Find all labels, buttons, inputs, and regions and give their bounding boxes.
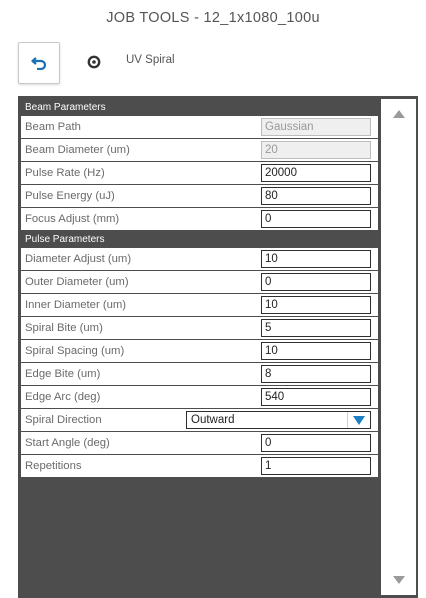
spiral-direction-label: Spiral Direction [25,414,102,426]
edge-bite-field[interactable] [261,365,371,383]
scroll-up-button[interactable] [381,99,416,129]
back-button[interactable] [18,42,60,84]
triangle-up-icon [392,110,405,118]
start-angle-label: Start Angle (deg) [25,437,110,449]
spiral-bite-label: Spiral Bite (um) [25,322,103,334]
section-header-beam: Beam Parameters [21,99,378,116]
row-outer-diameter: Outer Diameter (um) [21,271,378,293]
inner-diameter-label: Inner Diameter (um) [25,299,127,311]
focus-adjust-field[interactable] [261,210,371,228]
beam-diameter-field [261,141,371,159]
tool-name: UV Spiral [126,54,175,66]
spiral-spacing-label: Spiral Spacing (um) [25,345,125,357]
pulse-rate-field[interactable] [261,164,371,182]
repetitions-field[interactable] [261,457,371,475]
diameter-adjust-field[interactable] [261,250,371,268]
gear-icon[interactable] [85,53,103,71]
row-focus-adjust: Focus Adjust (mm) [21,208,378,230]
row-inner-diameter: Inner Diameter (um) [21,294,378,316]
chevron-down-icon[interactable] [347,412,370,428]
focus-adjust-label: Focus Adjust (mm) [25,213,120,225]
edge-bite-label: Edge Bite (um) [25,368,101,380]
row-edge-arc: Edge Arc (deg) [21,386,378,408]
pulse-energy-field[interactable] [261,187,371,205]
parameters-panel: Beam Parameters Beam Path Beam Diameter … [18,96,418,598]
spiral-direction-value: Outward [191,414,235,426]
edge-arc-label: Edge Arc (deg) [25,391,101,403]
row-start-angle: Start Angle (deg) [21,432,378,454]
beam-path-label: Beam Path [25,121,81,133]
diameter-adjust-label: Diameter Adjust (um) [25,253,132,265]
scroll-track[interactable] [381,129,416,565]
spiral-direction-select[interactable]: Outward [186,411,371,429]
row-spiral-direction: Spiral Direction Outward [21,409,378,431]
window-title: JOB TOOLS - 12_1x1080_100u [106,10,320,26]
row-spiral-bite: Spiral Bite (um) [21,317,378,339]
repetitions-label: Repetitions [25,460,82,472]
start-angle-field[interactable] [261,434,371,452]
row-repetitions: Repetitions [21,455,378,477]
inner-diameter-field[interactable] [261,296,371,314]
beam-path-field [261,118,371,136]
beam-diameter-label: Beam Diameter (um) [25,144,130,156]
pulse-energy-label: Pulse Energy (uJ) [25,190,115,202]
row-pulse-rate: Pulse Rate (Hz) [21,162,378,184]
outer-diameter-label: Outer Diameter (um) [25,276,129,288]
parameters-form: Beam Parameters Beam Path Beam Diameter … [21,99,378,478]
spiral-spacing-field[interactable] [261,342,371,360]
spiral-bite-field[interactable] [261,319,371,337]
row-beam-path: Beam Path [21,116,378,138]
undo-arrow-icon [31,57,47,70]
row-edge-bite: Edge Bite (um) [21,363,378,385]
toolbar: UV Spiral [18,42,388,84]
triangle-down-icon [392,576,405,584]
scroll-down-button[interactable] [381,565,416,595]
pulse-rate-label: Pulse Rate (Hz) [25,167,105,179]
edge-arc-field[interactable] [261,388,371,406]
section-header-pulse: Pulse Parameters [21,231,378,248]
row-pulse-energy: Pulse Energy (uJ) [21,185,378,207]
vertical-scrollbar[interactable] [381,99,416,595]
row-diameter-adjust: Diameter Adjust (um) [21,248,378,270]
row-beam-diameter: Beam Diameter (um) [21,139,378,161]
row-spiral-spacing: Spiral Spacing (um) [21,340,378,362]
outer-diameter-field[interactable] [261,273,371,291]
